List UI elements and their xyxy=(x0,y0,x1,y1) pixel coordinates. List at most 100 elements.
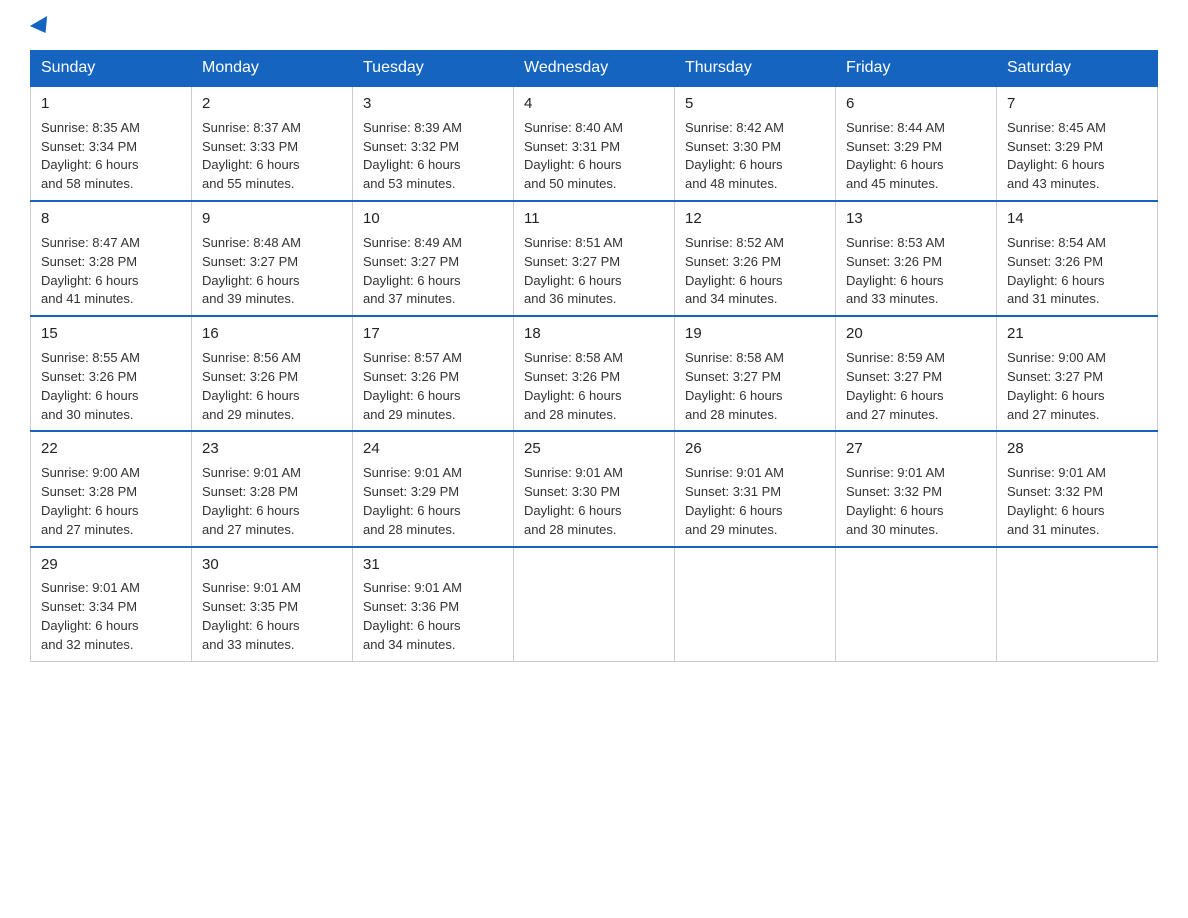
day-number: 30 xyxy=(202,554,342,576)
day-info: Sunrise: 8:59 AMSunset: 3:27 PMDaylight:… xyxy=(846,350,945,422)
day-info: Sunrise: 9:01 AMSunset: 3:29 PMDaylight:… xyxy=(363,465,462,537)
day-number: 28 xyxy=(1007,438,1147,460)
calendar-cell: 20 Sunrise: 8:59 AMSunset: 3:27 PMDaylig… xyxy=(836,316,997,431)
day-info: Sunrise: 9:00 AMSunset: 3:27 PMDaylight:… xyxy=(1007,350,1106,422)
calendar-cell: 2 Sunrise: 8:37 AMSunset: 3:33 PMDayligh… xyxy=(192,86,353,201)
day-number: 26 xyxy=(685,438,825,460)
calendar-cell xyxy=(836,547,997,662)
day-number: 4 xyxy=(524,93,664,115)
day-info: Sunrise: 9:01 AMSunset: 3:36 PMDaylight:… xyxy=(363,580,462,652)
day-info: Sunrise: 8:54 AMSunset: 3:26 PMDaylight:… xyxy=(1007,235,1106,307)
day-number: 20 xyxy=(846,323,986,345)
weekday-header-sunday: Sunday xyxy=(31,51,192,87)
logo-arrow-icon xyxy=(30,16,54,38)
calendar-cell: 22 Sunrise: 9:00 AMSunset: 3:28 PMDaylig… xyxy=(31,431,192,546)
day-info: Sunrise: 8:57 AMSunset: 3:26 PMDaylight:… xyxy=(363,350,462,422)
weekday-header-wednesday: Wednesday xyxy=(514,51,675,87)
calendar-cell xyxy=(997,547,1158,662)
calendar-cell xyxy=(675,547,836,662)
calendar-cell: 1 Sunrise: 8:35 AMSunset: 3:34 PMDayligh… xyxy=(31,86,192,201)
day-info: Sunrise: 8:52 AMSunset: 3:26 PMDaylight:… xyxy=(685,235,784,307)
calendar-cell: 3 Sunrise: 8:39 AMSunset: 3:32 PMDayligh… xyxy=(353,86,514,201)
weekday-header-monday: Monday xyxy=(192,51,353,87)
weekday-header-tuesday: Tuesday xyxy=(353,51,514,87)
calendar-cell: 13 Sunrise: 8:53 AMSunset: 3:26 PMDaylig… xyxy=(836,201,997,316)
calendar-cell: 21 Sunrise: 9:00 AMSunset: 3:27 PMDaylig… xyxy=(997,316,1158,431)
day-info: Sunrise: 9:01 AMSunset: 3:32 PMDaylight:… xyxy=(1007,465,1106,537)
calendar-cell: 5 Sunrise: 8:42 AMSunset: 3:30 PMDayligh… xyxy=(675,86,836,201)
day-number: 15 xyxy=(41,323,181,345)
week-row-5: 29 Sunrise: 9:01 AMSunset: 3:34 PMDaylig… xyxy=(31,547,1158,662)
day-info: Sunrise: 8:58 AMSunset: 3:26 PMDaylight:… xyxy=(524,350,623,422)
calendar-cell: 6 Sunrise: 8:44 AMSunset: 3:29 PMDayligh… xyxy=(836,86,997,201)
day-number: 11 xyxy=(524,208,664,230)
day-info: Sunrise: 8:58 AMSunset: 3:27 PMDaylight:… xyxy=(685,350,784,422)
day-info: Sunrise: 9:01 AMSunset: 3:34 PMDaylight:… xyxy=(41,580,140,652)
calendar-cell: 7 Sunrise: 8:45 AMSunset: 3:29 PMDayligh… xyxy=(997,86,1158,201)
week-row-1: 1 Sunrise: 8:35 AMSunset: 3:34 PMDayligh… xyxy=(31,86,1158,201)
weekday-header-thursday: Thursday xyxy=(675,51,836,87)
page-header xyxy=(30,20,1158,34)
day-number: 31 xyxy=(363,554,503,576)
day-info: Sunrise: 9:00 AMSunset: 3:28 PMDaylight:… xyxy=(41,465,140,537)
day-info: Sunrise: 8:47 AMSunset: 3:28 PMDaylight:… xyxy=(41,235,140,307)
day-number: 7 xyxy=(1007,93,1147,115)
day-number: 17 xyxy=(363,323,503,345)
day-info: Sunrise: 9:01 AMSunset: 3:35 PMDaylight:… xyxy=(202,580,301,652)
day-number: 21 xyxy=(1007,323,1147,345)
calendar-cell: 9 Sunrise: 8:48 AMSunset: 3:27 PMDayligh… xyxy=(192,201,353,316)
calendar-cell: 24 Sunrise: 9:01 AMSunset: 3:29 PMDaylig… xyxy=(353,431,514,546)
day-info: Sunrise: 9:01 AMSunset: 3:30 PMDaylight:… xyxy=(524,465,623,537)
day-number: 13 xyxy=(846,208,986,230)
day-info: Sunrise: 8:35 AMSunset: 3:34 PMDaylight:… xyxy=(41,120,140,192)
day-number: 29 xyxy=(41,554,181,576)
day-number: 16 xyxy=(202,323,342,345)
calendar-cell: 8 Sunrise: 8:47 AMSunset: 3:28 PMDayligh… xyxy=(31,201,192,316)
day-info: Sunrise: 8:48 AMSunset: 3:27 PMDaylight:… xyxy=(202,235,301,307)
day-number: 14 xyxy=(1007,208,1147,230)
calendar-cell: 31 Sunrise: 9:01 AMSunset: 3:36 PMDaylig… xyxy=(353,547,514,662)
day-number: 24 xyxy=(363,438,503,460)
logo xyxy=(30,20,52,34)
day-info: Sunrise: 8:42 AMSunset: 3:30 PMDaylight:… xyxy=(685,120,784,192)
day-number: 2 xyxy=(202,93,342,115)
calendar-cell: 26 Sunrise: 9:01 AMSunset: 3:31 PMDaylig… xyxy=(675,431,836,546)
calendar-cell: 19 Sunrise: 8:58 AMSunset: 3:27 PMDaylig… xyxy=(675,316,836,431)
day-info: Sunrise: 8:55 AMSunset: 3:26 PMDaylight:… xyxy=(41,350,140,422)
calendar-cell: 10 Sunrise: 8:49 AMSunset: 3:27 PMDaylig… xyxy=(353,201,514,316)
day-info: Sunrise: 9:01 AMSunset: 3:28 PMDaylight:… xyxy=(202,465,301,537)
calendar-cell: 16 Sunrise: 8:56 AMSunset: 3:26 PMDaylig… xyxy=(192,316,353,431)
day-number: 9 xyxy=(202,208,342,230)
day-number: 8 xyxy=(41,208,181,230)
day-number: 27 xyxy=(846,438,986,460)
day-info: Sunrise: 8:39 AMSunset: 3:32 PMDaylight:… xyxy=(363,120,462,192)
day-number: 3 xyxy=(363,93,503,115)
day-info: Sunrise: 8:53 AMSunset: 3:26 PMDaylight:… xyxy=(846,235,945,307)
day-info: Sunrise: 8:37 AMSunset: 3:33 PMDaylight:… xyxy=(202,120,301,192)
day-info: Sunrise: 9:01 AMSunset: 3:31 PMDaylight:… xyxy=(685,465,784,537)
week-row-3: 15 Sunrise: 8:55 AMSunset: 3:26 PMDaylig… xyxy=(31,316,1158,431)
day-number: 1 xyxy=(41,93,181,115)
day-number: 22 xyxy=(41,438,181,460)
day-info: Sunrise: 8:49 AMSunset: 3:27 PMDaylight:… xyxy=(363,235,462,307)
day-number: 19 xyxy=(685,323,825,345)
day-number: 5 xyxy=(685,93,825,115)
calendar-cell: 25 Sunrise: 9:01 AMSunset: 3:30 PMDaylig… xyxy=(514,431,675,546)
calendar-cell: 12 Sunrise: 8:52 AMSunset: 3:26 PMDaylig… xyxy=(675,201,836,316)
day-info: Sunrise: 8:40 AMSunset: 3:31 PMDaylight:… xyxy=(524,120,623,192)
weekday-header-row: SundayMondayTuesdayWednesdayThursdayFrid… xyxy=(31,51,1158,87)
calendar-cell: 30 Sunrise: 9:01 AMSunset: 3:35 PMDaylig… xyxy=(192,547,353,662)
day-info: Sunrise: 8:51 AMSunset: 3:27 PMDaylight:… xyxy=(524,235,623,307)
day-info: Sunrise: 8:56 AMSunset: 3:26 PMDaylight:… xyxy=(202,350,301,422)
day-info: Sunrise: 8:45 AMSunset: 3:29 PMDaylight:… xyxy=(1007,120,1106,192)
calendar-table: SundayMondayTuesdayWednesdayThursdayFrid… xyxy=(30,50,1158,662)
calendar-cell: 18 Sunrise: 8:58 AMSunset: 3:26 PMDaylig… xyxy=(514,316,675,431)
calendar-cell: 15 Sunrise: 8:55 AMSunset: 3:26 PMDaylig… xyxy=(31,316,192,431)
week-row-2: 8 Sunrise: 8:47 AMSunset: 3:28 PMDayligh… xyxy=(31,201,1158,316)
day-number: 10 xyxy=(363,208,503,230)
day-info: Sunrise: 8:44 AMSunset: 3:29 PMDaylight:… xyxy=(846,120,945,192)
weekday-header-friday: Friday xyxy=(836,51,997,87)
day-info: Sunrise: 9:01 AMSunset: 3:32 PMDaylight:… xyxy=(846,465,945,537)
day-number: 12 xyxy=(685,208,825,230)
calendar-cell: 27 Sunrise: 9:01 AMSunset: 3:32 PMDaylig… xyxy=(836,431,997,546)
